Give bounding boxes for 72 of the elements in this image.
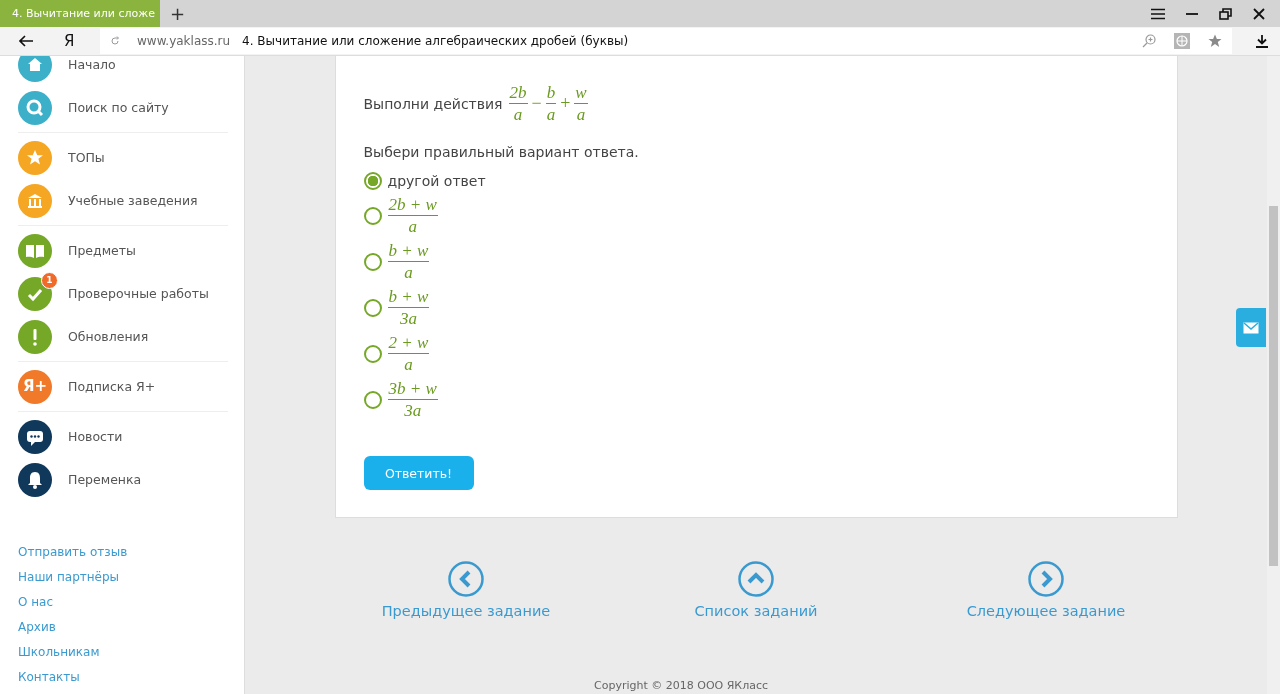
menu-icon[interactable] <box>1151 7 1165 20</box>
fraction: b a <box>545 83 557 124</box>
math-operator: + <box>560 93 571 114</box>
navigation-link[interactable]: Список заданий <box>694 603 818 619</box>
new-tab-button[interactable]: + <box>162 3 194 24</box>
browser-tab[interactable]: 4. Вычитание или сложе <box>0 0 160 27</box>
book-icon[interactable] <box>18 233 52 268</box>
sidebar-item[interactable]: Обновления <box>68 329 149 344</box>
envelope-icon <box>1243 321 1259 334</box>
radio-button[interactable] <box>363 390 382 409</box>
back-arrow-icon[interactable] <box>19 35 33 47</box>
house-icon[interactable] <box>18 56 52 82</box>
answer-fraction[interactable]: 3b + w 3a <box>387 379 438 420</box>
sidebar-item[interactable]: Учебные заведения <box>68 193 198 208</box>
footer-link[interactable]: Школьникам <box>18 644 244 661</box>
minimize-icon[interactable] <box>1186 11 1198 16</box>
chat-bubble-icon[interactable] <box>18 419 52 454</box>
search-icon[interactable] <box>18 90 52 125</box>
page-title: 4. Вычитание или сложение алгебраических дробей (буквы) <box>242 34 629 48</box>
answer-fraction[interactable]: b + w 3a <box>387 287 430 328</box>
building-icon[interactable] <box>18 183 52 218</box>
subscription-mark: Я+ <box>23 376 48 395</box>
radio-button[interactable] <box>363 206 382 225</box>
scrollbar[interactable] <box>1267 56 1280 694</box>
download-icon[interactable] <box>1256 34 1268 48</box>
navigation-link[interactable]: Предыдущее задание <box>381 603 551 619</box>
checkmark-icon[interactable] <box>18 276 52 311</box>
tab-title: 4. Вычитание или сложе <box>12 7 155 20</box>
star-icon[interactable] <box>1208 34 1222 48</box>
sidebar-item[interactable]: ТОПы <box>68 150 105 165</box>
sidebar-item[interactable]: Поиск по сайту <box>68 100 169 115</box>
url-host: www.yaklass.ru <box>137 34 231 48</box>
navigation-link[interactable]: Следующее задание <box>966 603 1126 619</box>
notification-badge: 1 <box>41 271 58 289</box>
subscription-icon[interactable] <box>18 369 52 404</box>
up-chevron-icon[interactable] <box>738 561 774 597</box>
sidebar-item[interactable]: Подписка Я+ <box>68 379 156 394</box>
fraction: w a <box>574 83 588 124</box>
address-field[interactable]: www.yaklass.ru 4. Вычитание или сложение алгебраических дробей (буквы) <box>100 28 1232 54</box>
submit-button[interactable]: Ответить! <box>363 456 474 490</box>
footer-link[interactable]: О нас <box>18 594 244 611</box>
browser-logo[interactable]: Я <box>64 32 90 50</box>
sidebar-item[interactable]: Новости <box>68 429 123 444</box>
footer-link[interactable]: Архив <box>18 619 244 636</box>
bell-icon[interactable] <box>18 462 52 497</box>
footer-link[interactable]: Контакты <box>18 669 244 686</box>
right-chevron-icon[interactable] <box>1028 561 1064 597</box>
sidebar-item[interactable]: Проверочные работы <box>68 286 209 301</box>
radio-button[interactable] <box>363 252 382 271</box>
mail-button[interactable] <box>1236 308 1266 347</box>
sidebar-item[interactable]: Переменка <box>68 472 142 487</box>
task-prompt: Выполни действия <box>363 95 503 112</box>
radio-button[interactable] <box>363 298 382 317</box>
instruction-text: Выбери правильный вариант ответа. <box>363 144 640 160</box>
reload-icon[interactable] <box>110 36 120 46</box>
radio-button[interactable] <box>363 344 382 363</box>
answer-fraction[interactable]: 2 + w a <box>387 333 430 374</box>
copyright-text: Copyright © 2018 ООО ЯКласс <box>594 679 768 692</box>
sidebar-item[interactable]: Начало <box>68 57 116 72</box>
close-icon[interactable] <box>1253 7 1265 20</box>
footer-link[interactable]: Отправить отзыв <box>18 544 244 561</box>
left-chevron-icon[interactable] <box>448 561 484 597</box>
zoom-icon[interactable] <box>1142 34 1156 48</box>
sidebar-item[interactable]: Предметы <box>68 243 136 258</box>
radio-button[interactable] <box>363 172 382 190</box>
fraction: 2b a <box>508 83 528 124</box>
restore-icon[interactable] <box>1219 7 1232 20</box>
globe-icon[interactable] <box>1174 33 1190 49</box>
math-operator: − <box>531 93 542 114</box>
footer-link[interactable]: Наши партнёры <box>18 569 244 586</box>
answer-option[interactable]: другой ответ <box>387 173 486 189</box>
exclamation-icon[interactable] <box>18 319 52 354</box>
